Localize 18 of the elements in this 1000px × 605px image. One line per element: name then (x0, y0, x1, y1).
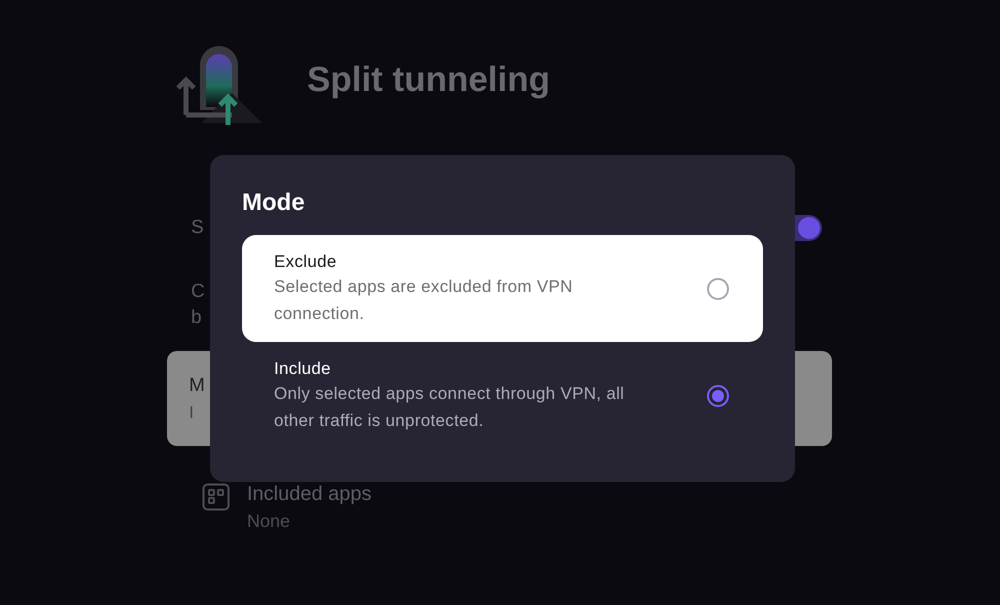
option-label: Exclude (274, 250, 338, 272)
radio-button[interactable] (707, 384, 729, 406)
dialog-title: Mode (242, 188, 306, 218)
apps-label: Included apps (247, 482, 372, 506)
option-label: Include (274, 358, 332, 380)
description-text: C (191, 280, 205, 304)
mode-label: M (189, 374, 205, 398)
apps-value: None (247, 510, 292, 533)
radio-button[interactable] (707, 278, 729, 300)
mode-option[interactable]: Include Only selected apps connect through VPN, all other traffic is unprotected. (242, 342, 763, 449)
page-title: Split tunneling (307, 60, 550, 100)
mode-option[interactable]: Exclude Selected apps are excluded from VPN connection. (242, 235, 763, 342)
apps-grid-icon (202, 483, 230, 511)
description-text: b (191, 306, 202, 330)
option-description: Selected apps are excluded from VPN connection. (274, 276, 574, 324)
option-description: Only selected apps connect through VPN, all other traffic is unprotected. (274, 382, 626, 432)
mode-value: I (189, 402, 194, 424)
setting-label: S (191, 216, 204, 240)
